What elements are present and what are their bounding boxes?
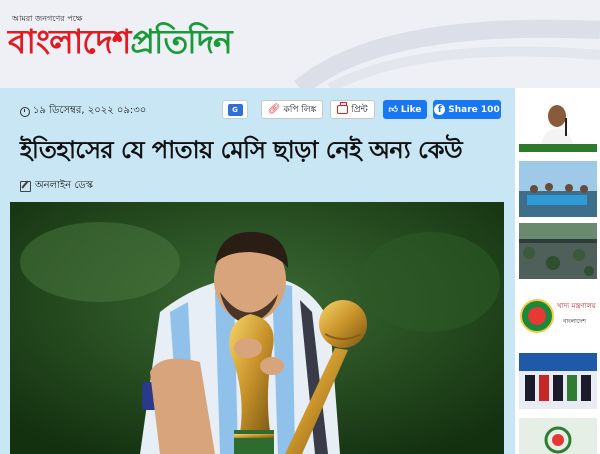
sidebar-thumb-ceremony[interactable] — [519, 353, 597, 409]
author-name: অনলাইন ডেস্ক — [35, 180, 93, 191]
logo-text-bangladesh: বাংলাদেশ — [8, 22, 131, 61]
share-label: Share 100 — [448, 104, 500, 115]
copy-link-label: কপি লিঙ্ক — [283, 105, 317, 115]
publish-date: ১৯ ডিসেম্বর, ২০২২ ০৯:৩০ — [20, 103, 146, 120]
publish-date-text: ১৯ ডিসেম্বর, ২০২২ ০৯:৩০ — [33, 105, 147, 116]
photo-ceremony-icon — [519, 353, 597, 409]
sidebar-thumb-water[interactable] — [519, 223, 597, 279]
like-label: Like — [400, 104, 422, 115]
sidebar-thumb-speaker[interactable] — [519, 96, 597, 152]
photo-speaker-icon — [519, 96, 597, 152]
article-author: অনলাইন ডেস্ক — [20, 178, 93, 195]
facebook-icon: f — [434, 104, 446, 115]
sidebar-thumb-rally[interactable] — [519, 161, 597, 217]
google-news-icon: G — [227, 103, 243, 116]
photo-rally-icon — [519, 161, 597, 217]
article-meta-row: ১৯ ডিসেম্বর, ২০২২ ০৯:৩০ G 🔗︎ কপি লিঙ্ক প… — [20, 100, 510, 120]
photo-water-hyacinth-icon — [519, 223, 597, 279]
sidebar-thumb-partial[interactable] — [519, 418, 597, 454]
printer-icon — [337, 102, 349, 114]
facebook-like-button[interactable]: 👍︎ Like — [383, 100, 427, 119]
site-header: আমরা জনগণের পক্ষে বাংলাদেশপ্রতিদিন — [0, 0, 600, 88]
thumbs-up-icon: 👍︎ — [388, 104, 398, 115]
clock-icon — [20, 106, 30, 117]
site-logo[interactable]: বাংলাদেশপ্রতিদিন — [8, 22, 233, 62]
copy-link-button[interactable]: 🔗︎ কপি লিঙ্ক — [261, 100, 323, 119]
google-news-button[interactable]: G — [222, 100, 248, 119]
article-headline: ইতিহাসের যে পাতায় মেসি ছাড়া নেই অন্য ক… — [20, 136, 463, 164]
ministry-label: খাদ্য মন্ত্রণালয় — [557, 302, 596, 310]
link-icon: 🔗︎ — [267, 104, 281, 115]
print-label: প্রিন্ট — [351, 105, 368, 115]
article-area: ১৯ ডিসেম্বর, ২০২২ ০৯:৩০ G 🔗︎ কপি লিঙ্ক প… — [0, 88, 515, 454]
logo-text-pratidin: প্রতিদিন — [130, 22, 232, 61]
facebook-share-button[interactable]: f Share 100 — [433, 100, 501, 119]
sidebar: খাদ্য মন্ত্রণালয় বাংলাদেশ — [515, 88, 600, 454]
hero-image[interactable] — [10, 202, 504, 454]
photo-partial-icon — [519, 418, 597, 454]
sidebar-thumb-ministry[interactable]: খাদ্য মন্ত্রণালয় বাংলাদেশ — [519, 288, 597, 344]
edit-icon — [20, 181, 31, 192]
print-button[interactable]: প্রিন্ট — [330, 100, 375, 119]
ministry-sub: বাংলাদেশ — [563, 318, 586, 325]
